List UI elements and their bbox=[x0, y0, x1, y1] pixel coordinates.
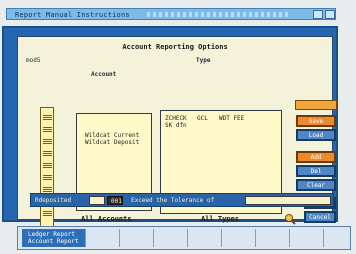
delete-button[interactable]: Del bbox=[296, 165, 336, 177]
add-button[interactable]: Add bbox=[296, 151, 336, 163]
left-column-glyph bbox=[43, 174, 52, 180]
left-column-glyph bbox=[43, 126, 52, 132]
window-title: Report Manual Instructions bbox=[15, 11, 130, 19]
left-column-glyph bbox=[43, 186, 52, 192]
type-header: Type bbox=[196, 57, 211, 64]
type-item[interactable]: SK dfn bbox=[165, 122, 187, 129]
taskbar-slot[interactable] bbox=[188, 229, 222, 247]
load-button[interactable]: Load bbox=[296, 129, 336, 141]
bottom-small-value: 001 bbox=[111, 198, 122, 205]
clear-button[interactable]: Clear bbox=[296, 179, 336, 191]
type-item[interactable]: GCL bbox=[197, 115, 208, 122]
taskbar-item-label: Account Report bbox=[28, 238, 79, 245]
bottom-left-label: Rdeposited bbox=[35, 197, 72, 204]
bottom-left-field[interactable] bbox=[89, 196, 105, 205]
left-column-glyph bbox=[43, 114, 52, 120]
taskbar-slot[interactable] bbox=[120, 229, 154, 247]
account-item[interactable]: Wildcat Current bbox=[85, 132, 139, 139]
left-column-glyph bbox=[43, 150, 52, 156]
save-button[interactable]: Save bbox=[296, 115, 336, 127]
taskbar-slot[interactable] bbox=[222, 229, 256, 247]
bottom-taskbar: Ledger Report Account Report bbox=[17, 226, 351, 250]
type-item[interactable]: WDT FEE bbox=[219, 115, 244, 122]
taskbar-slot[interactable] bbox=[256, 229, 290, 247]
taskbar-slot[interactable] bbox=[324, 229, 350, 247]
bottom-right-field[interactable] bbox=[245, 196, 331, 205]
bottom-small-field[interactable]: 001 bbox=[107, 196, 123, 205]
type-item[interactable]: ZCHECK bbox=[165, 115, 187, 122]
taskbar-slot[interactable] bbox=[86, 229, 120, 247]
account-item[interactable]: Wildcat Deposit bbox=[85, 139, 139, 146]
all-accounts-label: All Accounts bbox=[81, 215, 132, 223]
left-column-label: mod5 bbox=[26, 57, 41, 64]
close-icon[interactable] bbox=[325, 10, 335, 19]
app-screen: Report Manual Instructions Account Repor… bbox=[0, 0, 356, 254]
titlebar-stripes bbox=[147, 12, 289, 17]
left-selection-column[interactable] bbox=[40, 107, 54, 233]
dialog-title: Account Reporting Options bbox=[122, 43, 228, 51]
left-column-glyph bbox=[43, 210, 52, 216]
minimize-icon[interactable] bbox=[313, 10, 323, 19]
all-types-label: All Types bbox=[201, 215, 239, 223]
left-column-glyph bbox=[43, 138, 52, 144]
taskbar-item-label: Ledger Report bbox=[28, 231, 75, 238]
taskbar-slot[interactable] bbox=[290, 229, 324, 247]
magnifier-icon[interactable] bbox=[284, 213, 296, 225]
bottom-options-strip: Rdeposited 001 Exceed the Tolerance of bbox=[30, 193, 334, 207]
taskbar-item[interactable]: Ledger Report Account Report bbox=[22, 229, 86, 247]
taskbar-slot[interactable] bbox=[154, 229, 188, 247]
cancel-button[interactable]: Cancel bbox=[304, 211, 336, 223]
right-group-header bbox=[295, 100, 337, 110]
bottom-right-label: Exceed the Tolerance of bbox=[131, 197, 215, 204]
left-column-glyph bbox=[43, 162, 52, 168]
account-header: Account bbox=[91, 71, 117, 78]
top-window-titlebar: Report Manual Instructions bbox=[6, 8, 336, 20]
